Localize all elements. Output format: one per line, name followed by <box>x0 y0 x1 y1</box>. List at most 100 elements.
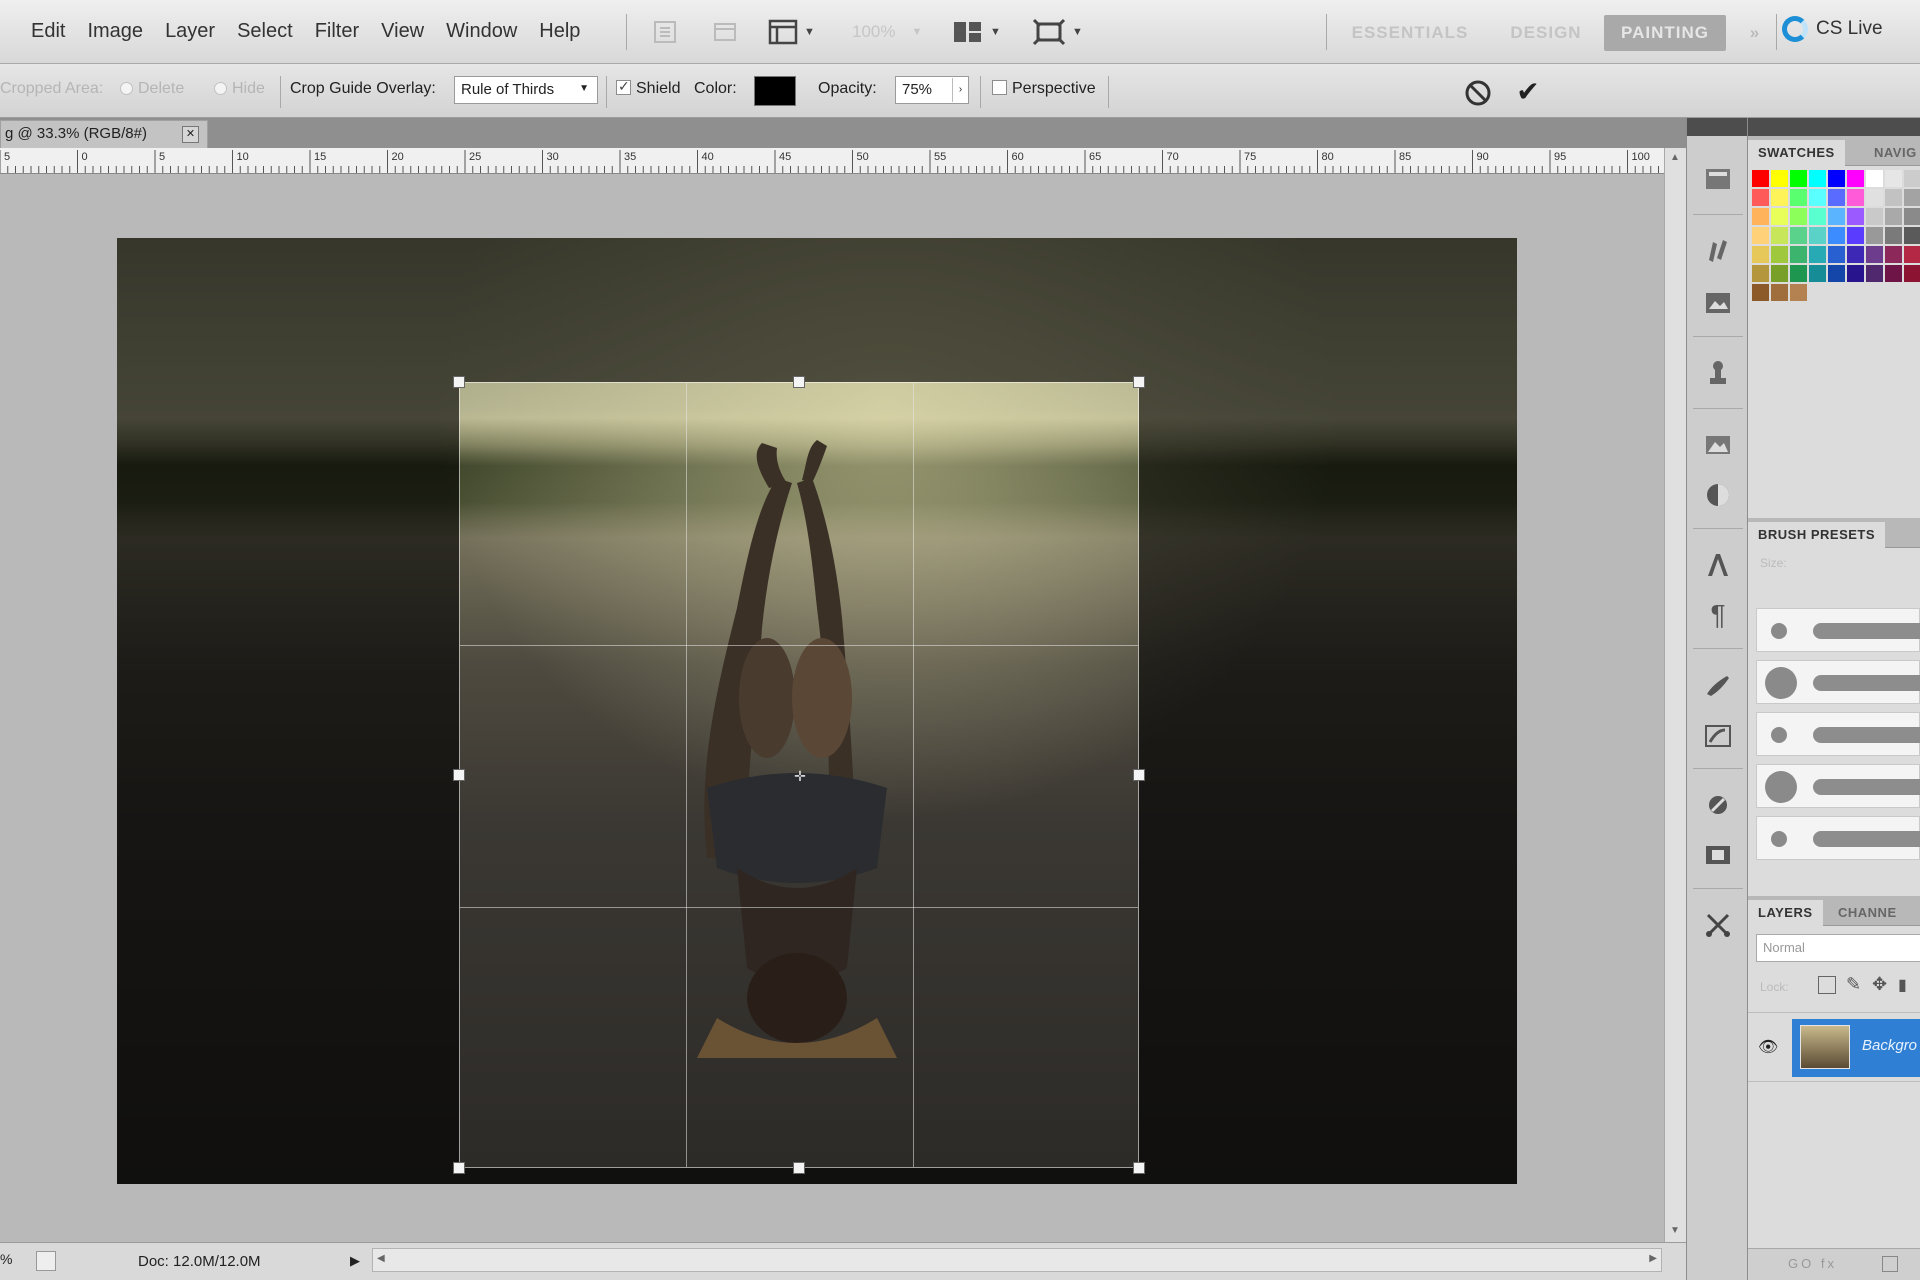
color-swatch[interactable] <box>1885 265 1902 282</box>
tab-navigator[interactable]: NAVIG <box>1864 140 1920 166</box>
color-swatch[interactable] <box>1847 227 1864 244</box>
blend-mode-select[interactable]: Normal <box>1756 934 1920 962</box>
brush-presets-panel-button[interactable] <box>1697 714 1739 756</box>
history-panel-button[interactable] <box>1697 158 1739 200</box>
crop-handle-top-left[interactable] <box>453 376 465 388</box>
crop-handle-right[interactable] <box>1133 769 1145 781</box>
opacity-slider-button[interactable]: › <box>952 78 968 102</box>
color-swatch[interactable] <box>1904 208 1920 225</box>
hide-option[interactable]: Hide <box>214 80 265 98</box>
color-swatch[interactable] <box>1866 246 1883 263</box>
shield-option[interactable]: Shield <box>616 78 680 98</box>
masks-panel-button[interactable] <box>1697 474 1739 516</box>
perspective-checkbox[interactable] <box>992 80 1007 95</box>
color-swatch[interactable] <box>1771 246 1788 263</box>
color-swatch[interactable] <box>1790 284 1807 301</box>
color-swatch[interactable] <box>1771 227 1788 244</box>
menu-window[interactable]: Window <box>435 20 528 43</box>
crop-handle-top-right[interactable] <box>1133 376 1145 388</box>
lock-all-icon[interactable]: ▮ <box>1898 975 1907 995</box>
dock-header[interactable] <box>1687 118 1747 136</box>
footer-links[interactable]: GO fx <box>1788 1256 1837 1271</box>
menu-layer[interactable]: Layer <box>154 20 226 43</box>
perspective-option[interactable]: Perspective <box>992 80 1096 98</box>
menu-image[interactable]: Image <box>76 20 154 43</box>
status-menu-arrow-icon[interactable]: ▶ <box>350 1253 360 1269</box>
color-panel-button[interactable] <box>1697 230 1739 272</box>
color-swatch[interactable] <box>1790 265 1807 282</box>
color-swatch[interactable] <box>1809 189 1826 206</box>
menu-filter[interactable]: Filter <box>304 20 370 43</box>
color-swatch[interactable] <box>1790 246 1807 263</box>
color-swatch[interactable] <box>1752 227 1769 244</box>
color-swatch[interactable] <box>1771 265 1788 282</box>
brush-panel-button[interactable] <box>1697 664 1739 706</box>
paragraph-panel-button[interactable]: ¶ <box>1697 594 1739 636</box>
scroll-down-icon[interactable]: ▼ <box>1670 1225 1680 1236</box>
scroll-right-icon[interactable]: ▶ <box>1649 1253 1657 1264</box>
new-layer-icon[interactable] <box>1882 1256 1898 1272</box>
color-swatch[interactable] <box>1866 189 1883 206</box>
lock-move-icon[interactable]: ✥ <box>1872 974 1887 995</box>
color-swatch[interactable] <box>1828 170 1845 187</box>
color-swatch[interactable] <box>1752 208 1769 225</box>
screen-mode-button[interactable]: ▼ <box>1032 14 1083 50</box>
color-swatch[interactable] <box>1771 208 1788 225</box>
cs-live-button[interactable]: CS Live <box>1782 16 1883 42</box>
color-swatch[interactable] <box>1809 170 1826 187</box>
brush-preset-item[interactable] <box>1756 608 1920 652</box>
cancel-crop-button[interactable] <box>1463 78 1493 108</box>
crop-handle-bottom-left[interactable] <box>453 1162 465 1174</box>
lock-transparent-icon[interactable] <box>1818 976 1836 994</box>
color-swatch[interactable] <box>1771 284 1788 301</box>
color-swatch[interactable] <box>1752 189 1769 206</box>
workspace-essentials[interactable]: ESSENTIALS <box>1340 15 1480 51</box>
color-swatch[interactable] <box>1866 170 1883 187</box>
color-swatch[interactable] <box>1790 227 1807 244</box>
brush-preset-item[interactable] <box>1756 764 1920 808</box>
color-swatch[interactable] <box>1790 170 1807 187</box>
color-swatch[interactable] <box>1790 189 1807 206</box>
delete-radio[interactable] <box>120 82 133 95</box>
tab-layers[interactable]: LAYERS <box>1748 900 1823 926</box>
workspace-painting[interactable]: PAINTING <box>1604 15 1726 51</box>
color-swatch[interactable] <box>1904 265 1920 282</box>
eye-icon[interactable]: 👁 <box>1758 1037 1778 1057</box>
color-swatch[interactable] <box>1809 265 1826 282</box>
shield-color-swatch[interactable] <box>754 76 796 106</box>
color-swatch[interactable] <box>1752 170 1769 187</box>
color-swatch[interactable] <box>1847 246 1864 263</box>
color-swatch[interactable] <box>1885 227 1902 244</box>
scroll-left-icon[interactable]: ◀ <box>377 1253 385 1264</box>
color-swatch[interactable] <box>1771 189 1788 206</box>
tools-panel-button[interactable] <box>1697 904 1739 946</box>
color-swatch[interactable] <box>1885 170 1902 187</box>
color-swatch[interactable] <box>1885 246 1902 263</box>
arrange-documents-button[interactable]: ▼ <box>952 14 1001 50</box>
lock-brush-icon[interactable]: ✎ <box>1846 974 1861 995</box>
view-extras-button[interactable]: ▼ <box>768 14 815 50</box>
character-panel-button[interactable] <box>1697 544 1739 586</box>
workspace-design[interactable]: DESIGN <box>1496 15 1596 51</box>
color-swatch[interactable] <box>1809 208 1826 225</box>
color-swatch[interactable] <box>1847 170 1864 187</box>
color-swatch[interactable] <box>1866 227 1883 244</box>
color-swatch[interactable] <box>1771 170 1788 187</box>
crop-center-icon[interactable]: ✛ <box>793 769 807 783</box>
status-zoom[interactable]: % <box>0 1251 28 1267</box>
color-swatch[interactable] <box>1809 246 1826 263</box>
color-swatch[interactable] <box>1904 227 1920 244</box>
horizontal-scrollbar[interactable]: ◀ ▶ <box>372 1248 1662 1272</box>
color-swatch[interactable] <box>1904 246 1920 263</box>
color-swatch[interactable] <box>1828 246 1845 263</box>
more-workspaces-button[interactable]: » <box>1742 15 1768 51</box>
navigator-panel-button[interactable] <box>1697 834 1739 876</box>
color-swatch[interactable] <box>1828 265 1845 282</box>
menu-view[interactable]: View <box>370 20 435 43</box>
color-swatch[interactable] <box>1752 265 1769 282</box>
scroll-up-icon[interactable]: ▲ <box>1670 152 1680 163</box>
delete-option[interactable]: Delete <box>120 80 184 98</box>
zoom-level-dropdown[interactable]: 100% ▼ <box>852 14 922 50</box>
brush-preset-item[interactable] <box>1756 816 1920 860</box>
layer-selection[interactable]: Backgro <box>1792 1019 1920 1077</box>
